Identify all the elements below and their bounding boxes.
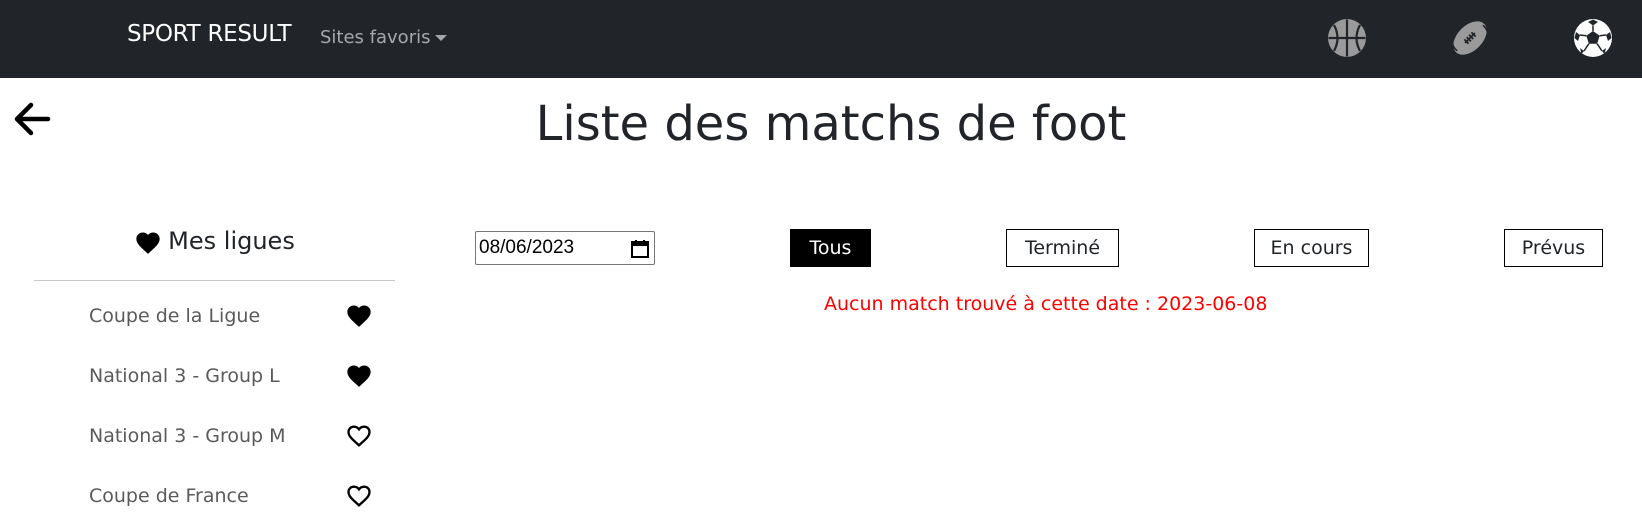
filter-scheduled-button[interactable]: Prévus xyxy=(1504,229,1603,267)
league-name[interactable]: Coupe de la Ligue xyxy=(89,305,260,327)
soccer-ball-icon[interactable] xyxy=(1573,18,1613,58)
no-match-message: Aucun match trouvé à cette date : 2023-0… xyxy=(824,293,1268,315)
league-item[interactable]: Coupe de la Ligue xyxy=(89,301,371,331)
sidebar-heading: Mes ligues xyxy=(34,226,395,281)
heart-filled-icon[interactable] xyxy=(345,302,373,330)
league-name[interactable]: National 3 - Group L xyxy=(89,365,280,387)
caret-down-icon xyxy=(435,35,448,41)
favorites-dropdown-label: Sites favoris xyxy=(320,27,431,48)
sidebar-heading-label: Mes ligues xyxy=(168,227,295,255)
heart-outline-icon[interactable] xyxy=(345,422,373,450)
filter-finished-button[interactable]: Terminé xyxy=(1006,229,1119,267)
league-item[interactable]: National 3 - Group M xyxy=(89,421,371,451)
brand-link[interactable]: SPORT RESULT xyxy=(127,21,292,47)
league-item[interactable]: National 3 - Group L xyxy=(89,361,371,391)
american-football-icon[interactable] xyxy=(1450,18,1490,58)
heart-filled-icon xyxy=(136,232,160,254)
heart-filled-icon[interactable] xyxy=(345,362,373,390)
league-name[interactable]: National 3 - Group M xyxy=(89,425,286,447)
my-leagues-sidebar: Mes ligues Coupe de la Ligue National 3 … xyxy=(34,226,395,507)
favorites-dropdown[interactable]: Sites favoris xyxy=(320,27,448,48)
league-item[interactable]: Coupe de France xyxy=(89,481,371,511)
top-navbar: SPORT RESULT Sites favoris xyxy=(0,0,1642,78)
league-name[interactable]: Coupe de France xyxy=(89,485,249,507)
date-picker-input[interactable]: 08/06/2023 xyxy=(475,231,655,265)
filter-live-button[interactable]: En cours xyxy=(1254,229,1369,267)
heart-outline-icon[interactable] xyxy=(345,482,373,510)
date-value: 08/06/2023 xyxy=(479,237,575,258)
filter-all-button[interactable]: Tous xyxy=(790,229,871,267)
basketball-icon[interactable] xyxy=(1327,18,1367,58)
page-title-text: Liste des matchs de foot xyxy=(535,96,1127,152)
page-title: Liste des matchs de foot xyxy=(0,96,1642,152)
calendar-icon[interactable] xyxy=(630,239,650,259)
